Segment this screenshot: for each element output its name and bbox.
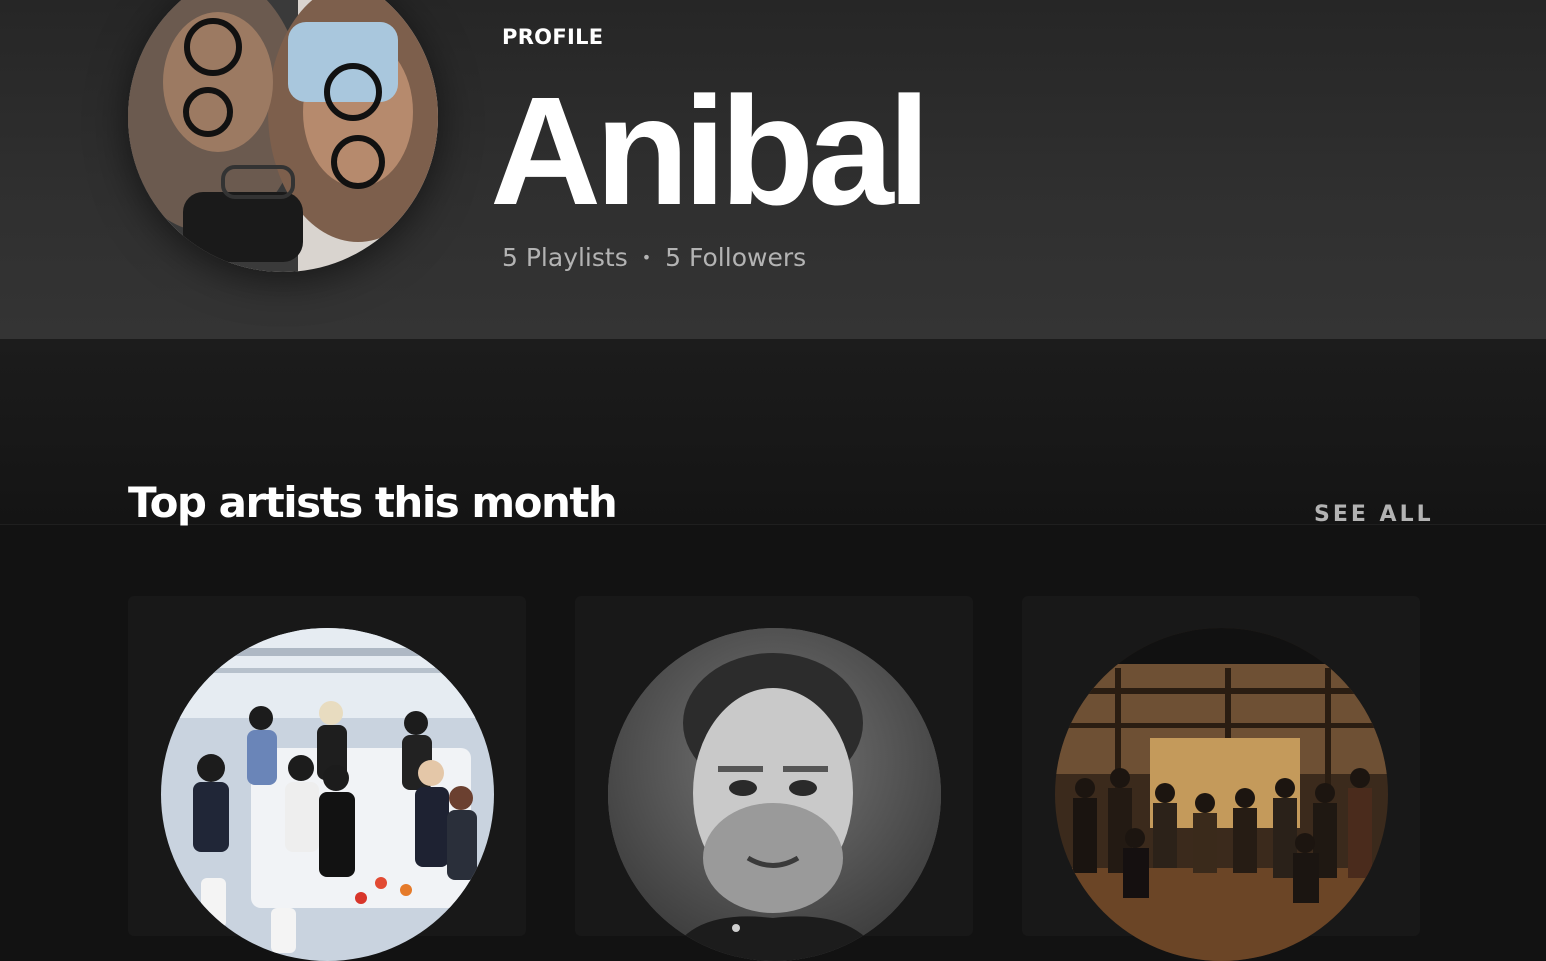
profile-type-label: PROFILE [502, 25, 604, 49]
artist-card[interactable] [1022, 596, 1420, 961]
profile-name: Anibal [490, 65, 931, 237]
artist-card[interactable] [575, 596, 973, 961]
section-title-top-artists[interactable]: Top artists this month [128, 476, 618, 530]
see-all-link[interactable]: SEE ALL [1314, 500, 1434, 530]
playlists-count-link[interactable]: 5 Playlists [502, 240, 628, 276]
profile-stats: 5 Playlists • 5 Followers [502, 240, 806, 276]
followers-count-link[interactable]: 5 Followers [665, 240, 806, 276]
avatar-image [128, 0, 438, 272]
profile-header: PROFILE Anibal 5 Playlists • 5 Followers [0, 0, 1546, 339]
artist-card[interactable] [128, 596, 526, 961]
artist-image [1055, 628, 1388, 961]
stats-separator: • [641, 248, 652, 267]
artist-image [161, 628, 494, 961]
artist-image [608, 628, 941, 961]
profile-avatar[interactable] [128, 0, 438, 272]
